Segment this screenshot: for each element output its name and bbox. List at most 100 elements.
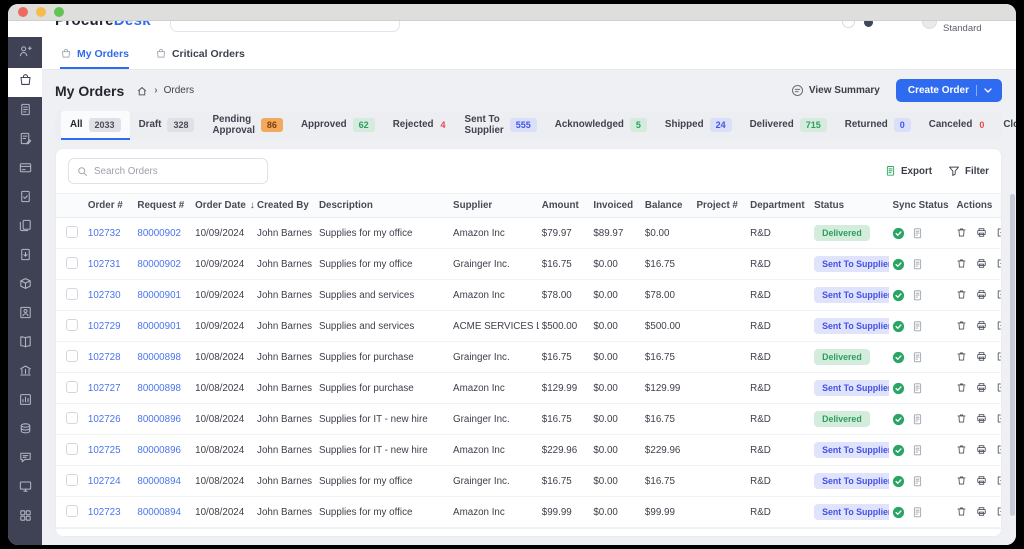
print-icon[interactable]	[976, 506, 987, 517]
request-number-link[interactable]: 80000898	[137, 383, 181, 394]
request-number-link[interactable]: 80000896	[137, 414, 181, 425]
sidebar-item-requisitions[interactable]	[8, 97, 42, 126]
row-checkbox[interactable]	[66, 288, 78, 300]
sidebar-item-suppliers[interactable]	[8, 300, 42, 329]
export-order-icon[interactable]	[996, 382, 1001, 393]
row-checkbox[interactable]	[66, 443, 78, 455]
delete-icon[interactable]	[956, 475, 967, 486]
row-checkbox[interactable]	[66, 226, 78, 238]
print-icon[interactable]	[976, 382, 987, 393]
status-tab-approved[interactable]: Approved 62	[292, 111, 384, 140]
print-icon[interactable]	[976, 227, 987, 238]
sidebar-item-company[interactable]	[8, 358, 42, 387]
order-number-link[interactable]: 102726	[88, 414, 121, 425]
export-order-icon[interactable]	[996, 289, 1001, 300]
row-checkbox[interactable]	[66, 381, 78, 393]
search-orders-input[interactable]	[94, 166, 259, 177]
request-number-link[interactable]: 80000902	[137, 259, 181, 270]
avatar[interactable]	[922, 21, 937, 29]
global-search-input[interactable]	[170, 21, 400, 32]
print-icon[interactable]	[976, 351, 987, 362]
delete-icon[interactable]	[956, 320, 967, 331]
print-icon[interactable]	[976, 320, 987, 331]
sidebar-item-user-requests[interactable]	[8, 39, 42, 68]
request-number-link[interactable]: 80000896	[137, 445, 181, 456]
export-order-icon[interactable]	[996, 258, 1001, 269]
row-checkbox[interactable]	[66, 412, 78, 424]
home-icon[interactable]	[136, 85, 148, 97]
status-tab-acknowledged[interactable]: Acknowledged 5	[546, 111, 656, 140]
close-window-button[interactable]	[18, 7, 28, 17]
row-checkbox[interactable]	[66, 319, 78, 331]
row-checkbox[interactable]	[66, 257, 78, 269]
order-number-link[interactable]: 102729	[88, 321, 121, 332]
print-icon[interactable]	[976, 444, 987, 455]
sidebar-item-orders[interactable]	[8, 68, 42, 97]
order-number-link[interactable]: 102728	[88, 352, 121, 363]
status-tab-closed[interactable]: Closed 216	[994, 111, 1016, 140]
sidebar-item-budgets[interactable]	[8, 416, 42, 445]
status-tab-sent-to-supplier[interactable]: Sent To Supplier 555	[456, 111, 546, 140]
request-number-link[interactable]: 80000894	[137, 476, 181, 487]
delete-icon[interactable]	[956, 289, 967, 300]
order-number-link[interactable]: 102731	[88, 259, 121, 270]
order-number-link[interactable]: 102725	[88, 445, 121, 456]
row-checkbox[interactable]	[66, 474, 78, 486]
sidebar-item-receipts[interactable]	[8, 242, 42, 271]
export-order-icon[interactable]	[996, 413, 1001, 424]
sidebar-item-apps[interactable]	[8, 503, 42, 532]
sidebar-item-documents[interactable]	[8, 213, 42, 242]
delete-icon[interactable]	[956, 382, 967, 393]
sidebar-item-messages[interactable]	[8, 445, 42, 474]
sidebar-item-catalogs[interactable]	[8, 329, 42, 358]
print-icon[interactable]	[976, 258, 987, 269]
sort-desc-icon[interactable]: ↓	[250, 200, 255, 211]
request-number-link[interactable]: 80000898	[137, 352, 181, 363]
order-number-link[interactable]: 102723	[88, 507, 121, 518]
row-checkbox[interactable]	[66, 350, 78, 362]
print-icon[interactable]	[976, 413, 987, 424]
delete-icon[interactable]	[956, 413, 967, 424]
status-tab-pending-approval[interactable]: Pending Approval 86	[203, 111, 291, 140]
export-order-icon[interactable]	[996, 475, 1001, 486]
sidebar-item-invoices[interactable]	[8, 126, 42, 155]
status-tab-delivered[interactable]: Delivered 715	[741, 111, 836, 140]
minimize-window-button[interactable]	[36, 7, 46, 17]
sidebar-item-payments[interactable]	[8, 155, 42, 184]
zoom-window-button[interactable]	[54, 7, 64, 17]
sidebar-item-integrations[interactable]	[8, 474, 42, 503]
delete-icon[interactable]	[956, 227, 967, 238]
export-order-icon[interactable]	[996, 227, 1001, 238]
export-order-icon[interactable]	[996, 506, 1001, 517]
sidebar-item-approvals[interactable]	[8, 184, 42, 213]
status-tab-rejected[interactable]: Rejected 4	[384, 111, 456, 140]
print-icon[interactable]	[976, 289, 987, 300]
status-tab-canceled[interactable]: Canceled 0	[920, 111, 995, 140]
request-number-link[interactable]: 80000894	[137, 507, 181, 518]
filter-button[interactable]: Filter	[948, 165, 989, 177]
help-icon[interactable]	[842, 21, 855, 28]
status-tab-returned[interactable]: Returned 0	[836, 111, 920, 140]
scrollbar-thumb[interactable]	[1010, 194, 1015, 516]
export-order-icon[interactable]	[996, 351, 1001, 362]
sidebar-item-inventory[interactable]	[8, 271, 42, 300]
delete-icon[interactable]	[956, 258, 967, 269]
request-number-link[interactable]: 80000902	[137, 228, 181, 239]
request-number-link[interactable]: 80000901	[137, 321, 181, 332]
status-tab-all[interactable]: All 2033	[61, 111, 130, 140]
status-tab-shipped[interactable]: Shipped 24	[656, 111, 741, 140]
export-button[interactable]: Export	[885, 165, 932, 177]
notifications-icon[interactable]	[864, 21, 873, 27]
delete-icon[interactable]	[956, 444, 967, 455]
delete-icon[interactable]	[956, 351, 967, 362]
export-order-icon[interactable]	[996, 444, 1001, 455]
order-number-link[interactable]: 102727	[88, 383, 121, 394]
row-checkbox[interactable]	[66, 505, 78, 517]
request-number-link[interactable]: 80000901	[137, 290, 181, 301]
delete-icon[interactable]	[956, 506, 967, 517]
order-number-link[interactable]: 102732	[88, 228, 121, 239]
tab-my-orders[interactable]: My Orders	[60, 48, 129, 69]
create-order-button[interactable]: Create Order	[896, 79, 1002, 102]
export-order-icon[interactable]	[996, 320, 1001, 331]
print-icon[interactable]	[976, 475, 987, 486]
